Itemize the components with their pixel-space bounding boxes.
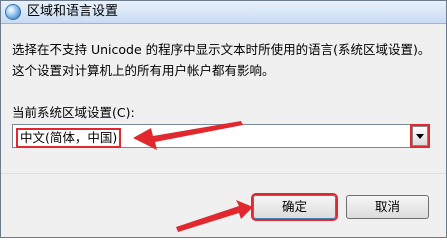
arrow-to-ok-button xyxy=(176,200,253,232)
system-locale-dropdown[interactable]: 中文(简体，中国) xyxy=(12,124,430,148)
title-bar: 区域和语言设置 xyxy=(1,1,446,24)
selected-locale: 中文(简体，中国) xyxy=(16,128,122,148)
locale-label: 当前系统区域设置(C): xyxy=(12,105,135,120)
ok-button[interactable]: 确定 xyxy=(253,195,336,219)
chevron-down-icon[interactable] xyxy=(410,124,430,148)
divider xyxy=(1,173,446,174)
region-language-dialog: 区域和语言设置 选择在不支持 Unicode 的程序中显示文本时所使用的语言(系… xyxy=(0,0,447,238)
description-text: 选择在不支持 Unicode 的程序中显示文本时所使用的语言(系统区域设置)。这… xyxy=(12,42,431,78)
cancel-button[interactable]: 取消 xyxy=(346,195,429,219)
globe-icon xyxy=(5,4,21,20)
window-title: 区域和语言设置 xyxy=(27,4,119,19)
